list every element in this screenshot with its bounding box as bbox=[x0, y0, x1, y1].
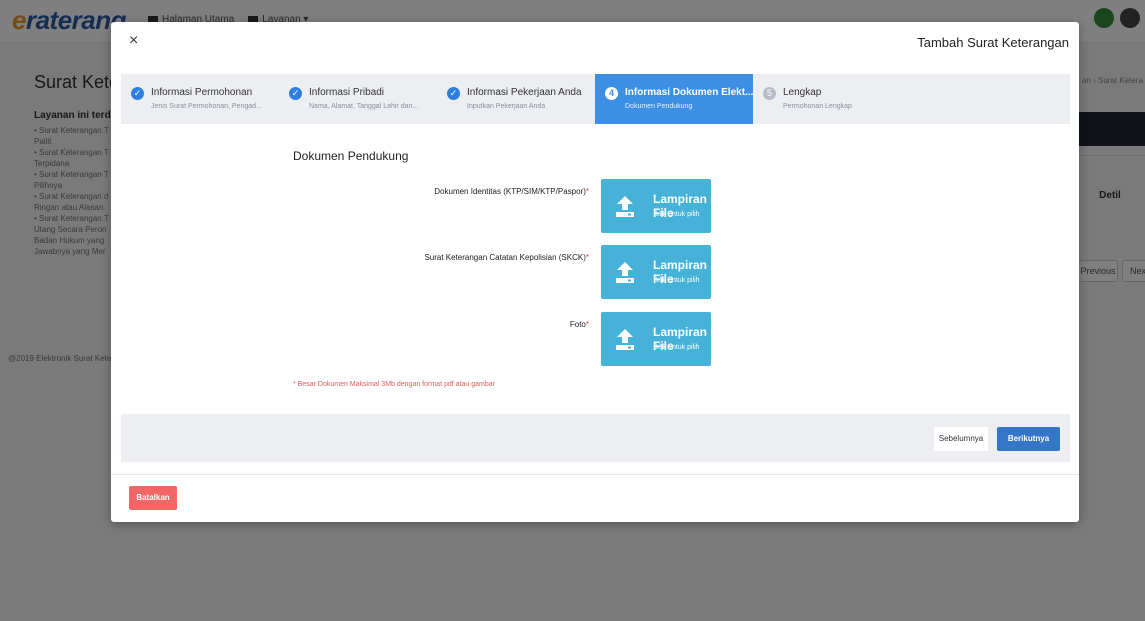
next-button[interactable]: Berikutnya bbox=[997, 427, 1060, 451]
step-application-info[interactable]: ✓ Informasi Permohonan Jenis Surat Permo… bbox=[121, 74, 279, 124]
add-certificate-modal: × Tambah Surat Keterangan ✓ Informasi Pe… bbox=[111, 22, 1079, 522]
wizard-stepper: ✓ Informasi Permohonan Jenis Surat Permo… bbox=[121, 74, 1070, 124]
wizard-nav-bar: Sebelumnya Berikutnya bbox=[121, 414, 1070, 462]
step-label: Informasi Dokumen Elekt... bbox=[625, 87, 754, 98]
step-sublabel: Dokumen Pendukung bbox=[625, 103, 693, 110]
upload-subtitle: klik untuk pilih bbox=[656, 277, 700, 284]
modal-footer-divider bbox=[111, 474, 1079, 475]
step-number-icon: 5 bbox=[763, 87, 776, 100]
section-title: Dokumen Pendukung bbox=[293, 149, 409, 163]
step-job-info[interactable]: ✓ Informasi Pekerjaan Anda Inputkan Peke… bbox=[437, 74, 595, 124]
step-sublabel: Jenis Surat Permohonan, Pengad... bbox=[151, 103, 262, 110]
close-icon[interactable]: × bbox=[129, 32, 138, 50]
upload-icon bbox=[616, 262, 634, 283]
upload-icon bbox=[616, 329, 634, 350]
step-label: Informasi Pribadi bbox=[309, 87, 385, 98]
upload-icon bbox=[616, 196, 634, 217]
field-label: Dokumen Identitas (KTP/SIM/KTP/Paspor)* bbox=[434, 187, 589, 196]
modal-title: Tambah Surat Keterangan bbox=[917, 35, 1069, 50]
step-label: Informasi Pekerjaan Anda bbox=[467, 87, 582, 98]
field-label: Foto* bbox=[569, 320, 589, 329]
step-sublabel: Nama, Alamat, Tanggal Lahir dan... bbox=[309, 103, 419, 110]
file-size-note: * Besar Dokumen Maksimal 3Mb dengan form… bbox=[293, 381, 495, 388]
step-personal-info[interactable]: ✓ Informasi Pribadi Nama, Alamat, Tangga… bbox=[279, 74, 437, 124]
step-document-info[interactable]: 4 Informasi Dokumen Elekt... Dokumen Pen… bbox=[595, 74, 753, 124]
step-label: Lengkap bbox=[783, 87, 822, 98]
document-row-skck: Surat Keterangan Catatan Kepolisian (SKC… bbox=[111, 245, 1079, 301]
upload-subtitle: klik untuk pilih bbox=[656, 211, 700, 218]
upload-photo-button[interactable]: Lampiran File klik untuk pilih bbox=[601, 312, 711, 366]
upload-subtitle: klik untuk pilih bbox=[656, 344, 700, 351]
check-icon: ✓ bbox=[447, 87, 460, 100]
step-label: Informasi Permohonan bbox=[151, 87, 253, 98]
check-icon: ✓ bbox=[131, 87, 144, 100]
cancel-button[interactable]: Batalkan bbox=[129, 486, 177, 510]
step-sublabel: Permohonan Lengkap bbox=[783, 103, 852, 110]
document-row-photo: Foto* Lampiran File klik untuk pilih bbox=[111, 312, 1079, 368]
check-icon: ✓ bbox=[289, 87, 302, 100]
field-label: Surat Keterangan Catatan Kepolisian (SKC… bbox=[424, 253, 589, 262]
upload-identity-button[interactable]: Lampiran File klik untuk pilih bbox=[601, 179, 711, 233]
previous-button[interactable]: Sebelumnya bbox=[934, 427, 988, 451]
step-complete[interactable]: 5 Lengkap Permohonan Lengkap bbox=[753, 74, 911, 124]
document-row-identity: Dokumen Identitas (KTP/SIM/KTP/Paspor)* … bbox=[111, 179, 1079, 235]
step-number-icon: 4 bbox=[605, 87, 618, 100]
upload-skck-button[interactable]: Lampiran File klik untuk pilih bbox=[601, 245, 711, 299]
step-sublabel: Inputkan Pekerjaan Anda bbox=[467, 103, 546, 110]
